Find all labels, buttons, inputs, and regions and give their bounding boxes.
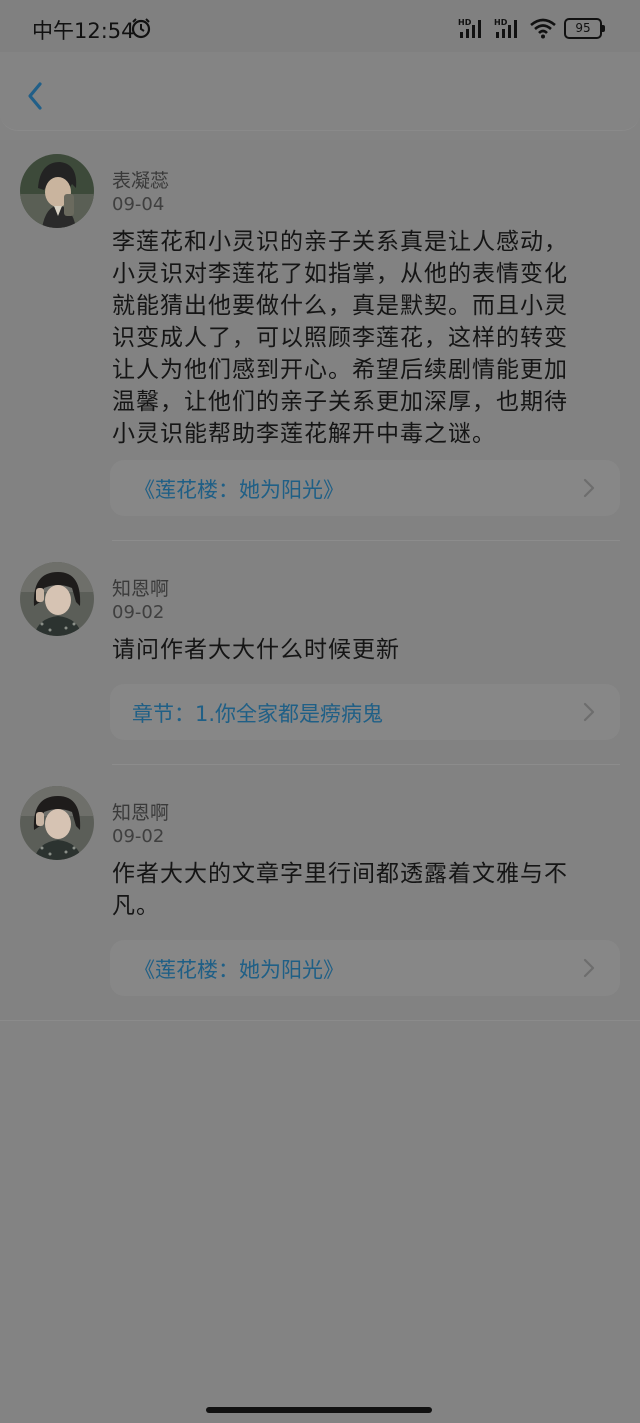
comment-list: 表凝蕊 09-04 李莲花和小灵识的亲子关系真是让人感动， 小灵识对李莲花了如指… bbox=[0, 140, 640, 1021]
comment-text-line: 识变成人了，可以照顾李莲花，这样的转变 bbox=[112, 325, 568, 351]
book-link-text: 《莲花楼：她为阳光》 bbox=[134, 958, 344, 982]
comment-text: 作者大大的文章字里行间都透露着文雅与不 凡。 bbox=[112, 858, 612, 922]
svg-text:HD: HD bbox=[494, 18, 508, 27]
avatar[interactable] bbox=[20, 154, 94, 228]
comment-author: 知恩啊 bbox=[112, 802, 170, 824]
status-icons: HD HD 95 bbox=[458, 16, 605, 40]
comment-date: 09-04 bbox=[112, 194, 165, 215]
avatar[interactable] bbox=[20, 562, 94, 636]
comment-text-line: 作者大大的文章字里行间都透露着文雅与不 bbox=[112, 861, 568, 887]
comment-date: 09-02 bbox=[112, 602, 165, 623]
comment-text-line: 请问作者大大什么时候更新 bbox=[112, 637, 400, 663]
comment-author: 表凝蕊 bbox=[112, 170, 170, 192]
comment-text: 请问作者大大什么时候更新 bbox=[112, 634, 612, 666]
book-link-card[interactable]: 《莲花楼：她为阳光》 bbox=[110, 940, 620, 996]
chevron-right-icon bbox=[583, 478, 595, 498]
divider bbox=[112, 764, 620, 765]
chapter-link-text: 章节：1.你全家都是痨病鬼 bbox=[132, 702, 384, 726]
svg-text:HD: HD bbox=[458, 18, 472, 27]
divider bbox=[112, 540, 620, 541]
chevron-right-icon bbox=[583, 702, 595, 722]
wifi-icon bbox=[530, 17, 556, 39]
back-button[interactable] bbox=[18, 76, 54, 116]
status-time: 中午12:54 bbox=[32, 19, 135, 43]
comment-text-line: 李莲花和小灵识的亲子关系真是让人感动， bbox=[112, 229, 568, 255]
comment-text: 李莲花和小灵识的亲子关系真是让人感动， 小灵识对李莲花了如指掌，从他的表情变化 … bbox=[112, 226, 612, 450]
chapter-link-card[interactable]: 章节：1.你全家都是痨病鬼 bbox=[110, 684, 620, 740]
signal-hd-icon: HD bbox=[494, 17, 522, 39]
comment-text-line: 凡。 bbox=[112, 893, 160, 919]
comment-text-line: 就能猜出他要做什么，真是默契。而且小灵 bbox=[112, 293, 568, 319]
comment-date: 09-02 bbox=[112, 826, 165, 847]
comment-author: 知恩啊 bbox=[112, 578, 170, 600]
comment-text-line: 让人为他们感到开心。希望后续剧情能更加 bbox=[112, 357, 568, 383]
comment-text-line: 温馨，让他们的亲子关系更加深厚，也期待 bbox=[112, 389, 568, 415]
battery-icon: 95 bbox=[564, 17, 605, 39]
top-nav-bar bbox=[0, 52, 640, 131]
alarm-icon bbox=[131, 18, 151, 39]
chevron-right-icon bbox=[583, 958, 595, 978]
signal-hd-icon: HD bbox=[458, 17, 486, 39]
home-indicator[interactable] bbox=[206, 1407, 432, 1413]
avatar[interactable] bbox=[20, 786, 94, 860]
comment-text-line: 小灵识能帮助李莲花解开中毒之谜。 bbox=[112, 421, 496, 447]
book-link-card[interactable]: 《莲花楼：她为阳光》 bbox=[110, 460, 620, 516]
comment-text-line: 小灵识对李莲花了如指掌，从他的表情变化 bbox=[112, 261, 568, 287]
status-bar: 中午12:54 HD HD 95 bbox=[0, 0, 640, 52]
book-link-text: 《莲花楼：她为阳光》 bbox=[134, 478, 344, 502]
